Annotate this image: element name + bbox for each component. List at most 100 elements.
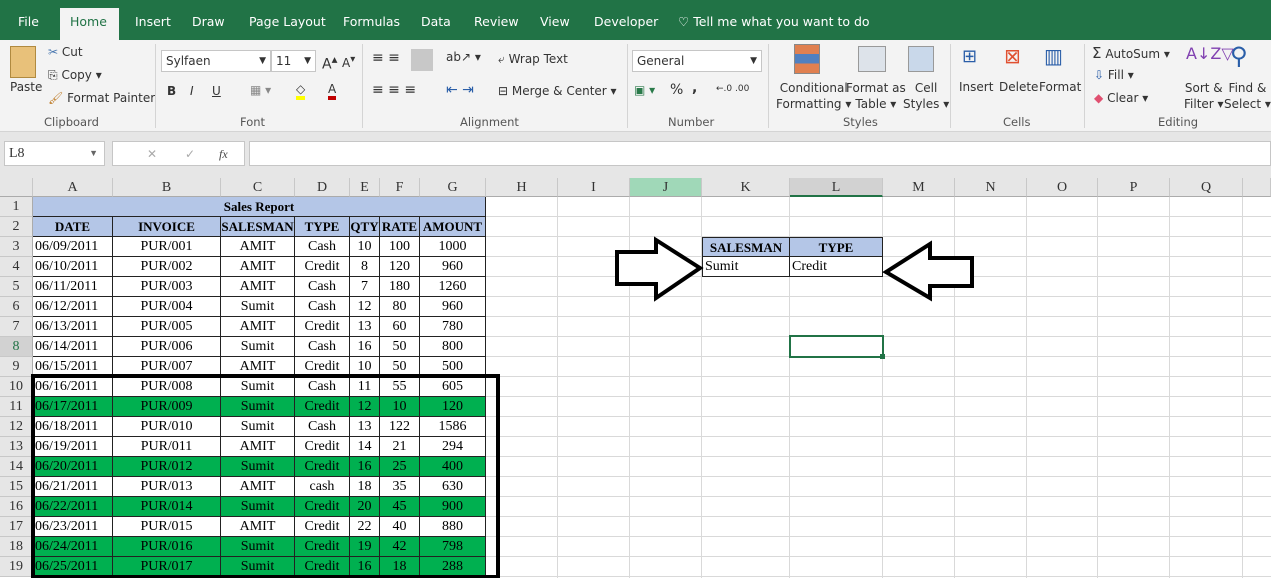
table-cell[interactable]: AMIT	[221, 317, 295, 337]
column-header-E[interactable]: E	[350, 178, 380, 197]
autosum-button[interactable]: Σ AutoSum ▾	[1092, 44, 1170, 62]
tab-insert[interactable]: Insert	[125, 8, 181, 40]
table-cell[interactable]: PUR/002	[113, 257, 221, 277]
table-cell[interactable]: PUR/003	[113, 277, 221, 297]
fill-button[interactable]: ⇩ Fill ▾	[1094, 68, 1134, 82]
table-cell[interactable]: 18	[350, 477, 380, 497]
table-cell[interactable]: 06/16/2011	[33, 377, 113, 397]
column-label[interactable]: TYPE	[295, 217, 350, 237]
table-cell[interactable]: Sumit	[221, 337, 295, 357]
table-cell[interactable]: PUR/005	[113, 317, 221, 337]
tab-file[interactable]: File	[8, 8, 49, 40]
table-cell[interactable]: 06/22/2011	[33, 497, 113, 517]
table-cell[interactable]: PUR/009	[113, 397, 221, 417]
column-header-L[interactable]: L	[790, 178, 883, 197]
criteria-header[interactable]: TYPE	[790, 237, 883, 257]
table-cell[interactable]: 8	[350, 257, 380, 277]
column-header-D[interactable]: D	[295, 178, 350, 197]
table-cell[interactable]: 10	[350, 237, 380, 257]
table-cell[interactable]: PUR/013	[113, 477, 221, 497]
table-cell[interactable]: Sumit	[221, 417, 295, 437]
tab-home[interactable]: Home	[60, 8, 119, 40]
table-cell[interactable]: Sumit	[221, 497, 295, 517]
table-cell[interactable]: 42	[380, 537, 420, 557]
table-cell[interactable]: 605	[420, 377, 486, 397]
column-header-F[interactable]: F	[380, 178, 420, 197]
italic-button[interactable]: I	[190, 84, 194, 98]
column-header-M[interactable]: M	[883, 178, 955, 197]
underline-button[interactable]: U	[212, 84, 221, 98]
formula-input[interactable]	[249, 141, 1271, 166]
table-cell[interactable]: PUR/014	[113, 497, 221, 517]
table-cell[interactable]: 120	[420, 397, 486, 417]
table-cell[interactable]: PUR/010	[113, 417, 221, 437]
table-cell[interactable]: AMIT	[221, 517, 295, 537]
table-cell[interactable]: 880	[420, 517, 486, 537]
table-cell[interactable]: 13	[350, 417, 380, 437]
tell-me-search[interactable]: ♡ Tell me what you want to do	[668, 8, 880, 40]
table-cell[interactable]: PUR/011	[113, 437, 221, 457]
percent-button[interactable]: %	[670, 82, 683, 98]
table-cell[interactable]: 630	[420, 477, 486, 497]
table-cell[interactable]: 12	[350, 297, 380, 317]
conditional-formatting-button[interactable]: Conditional Formatting ▾	[776, 80, 851, 112]
name-box[interactable]: L8 ▼	[4, 141, 105, 166]
row-header-11[interactable]: 11	[0, 397, 33, 417]
font-color-icon[interactable]: A	[328, 82, 337, 100]
tab-draw[interactable]: Draw	[182, 8, 235, 40]
table-cell[interactable]: Cash	[295, 277, 350, 297]
table-cell[interactable]: 06/20/2011	[33, 457, 113, 477]
table-cell[interactable]: 14	[350, 437, 380, 457]
table-cell[interactable]: 1586	[420, 417, 486, 437]
table-cell[interactable]: Cash	[295, 237, 350, 257]
table-cell[interactable]: AMIT	[221, 437, 295, 457]
tab-view[interactable]: View	[530, 8, 580, 40]
table-cell[interactable]: Sumit	[221, 397, 295, 417]
table-cell[interactable]: Credit	[295, 537, 350, 557]
copy-button[interactable]: ⎘ Copy ▾	[48, 68, 102, 83]
row-header-12[interactable]: 12	[0, 417, 33, 437]
decimal-icons[interactable]: ←.0 .00	[716, 84, 749, 94]
column-label[interactable]: QTY	[350, 217, 380, 237]
table-cell[interactable]: Credit	[295, 457, 350, 477]
table-cell[interactable]: Cash	[295, 337, 350, 357]
row-header-10[interactable]: 10	[0, 377, 33, 397]
table-cell[interactable]: 13	[350, 317, 380, 337]
table-cell[interactable]: 500	[420, 357, 486, 377]
table-cell[interactable]: Cash	[295, 417, 350, 437]
table-cell[interactable]: 06/23/2011	[33, 517, 113, 537]
column-header-G[interactable]: G	[420, 178, 486, 197]
clear-button[interactable]: ◆ Clear ▾	[1094, 91, 1148, 105]
row-header-7[interactable]: 7	[0, 317, 33, 337]
table-cell[interactable]: Credit	[295, 357, 350, 377]
table-cell[interactable]: 06/18/2011	[33, 417, 113, 437]
table-cell[interactable]: Sumit	[221, 377, 295, 397]
font-name-select[interactable]: Sylfaen ▼	[161, 50, 271, 72]
delete-cells-button[interactable]: Delete	[999, 80, 1038, 94]
row-header-2[interactable]: 2	[0, 217, 33, 237]
orientation-icon[interactable]: ab↗ ▾	[446, 50, 481, 64]
table-cell[interactable]: 20	[350, 497, 380, 517]
table-cell[interactable]: 06/10/2011	[33, 257, 113, 277]
table-cell[interactable]: 55	[380, 377, 420, 397]
table-cell[interactable]: 25	[380, 457, 420, 477]
table-cell[interactable]: 50	[380, 357, 420, 377]
table-cell[interactable]: 288	[420, 557, 486, 577]
table-cell[interactable]: 16	[350, 457, 380, 477]
tab-developer[interactable]: Developer	[584, 8, 668, 40]
bold-button[interactable]: B	[167, 84, 176, 98]
find-select-button[interactable]: Find & Select ▾	[1224, 80, 1271, 112]
table-cell[interactable]: 21	[380, 437, 420, 457]
table-cell[interactable]: Credit	[295, 397, 350, 417]
table-cell[interactable]: Credit	[295, 437, 350, 457]
table-cell[interactable]: PUR/012	[113, 457, 221, 477]
table-cell[interactable]: 400	[420, 457, 486, 477]
tab-data[interactable]: Data	[411, 8, 461, 40]
font-size-select[interactable]: 11 ▼	[271, 50, 316, 72]
table-cell[interactable]: 40	[380, 517, 420, 537]
criteria-value[interactable]: Sumit	[702, 257, 790, 277]
column-header-Q[interactable]: Q	[1170, 178, 1243, 197]
table-cell[interactable]: PUR/004	[113, 297, 221, 317]
row-header-14[interactable]: 14	[0, 457, 33, 477]
wrap-text-button[interactable]: ⤶ Wrap Text	[498, 52, 568, 67]
